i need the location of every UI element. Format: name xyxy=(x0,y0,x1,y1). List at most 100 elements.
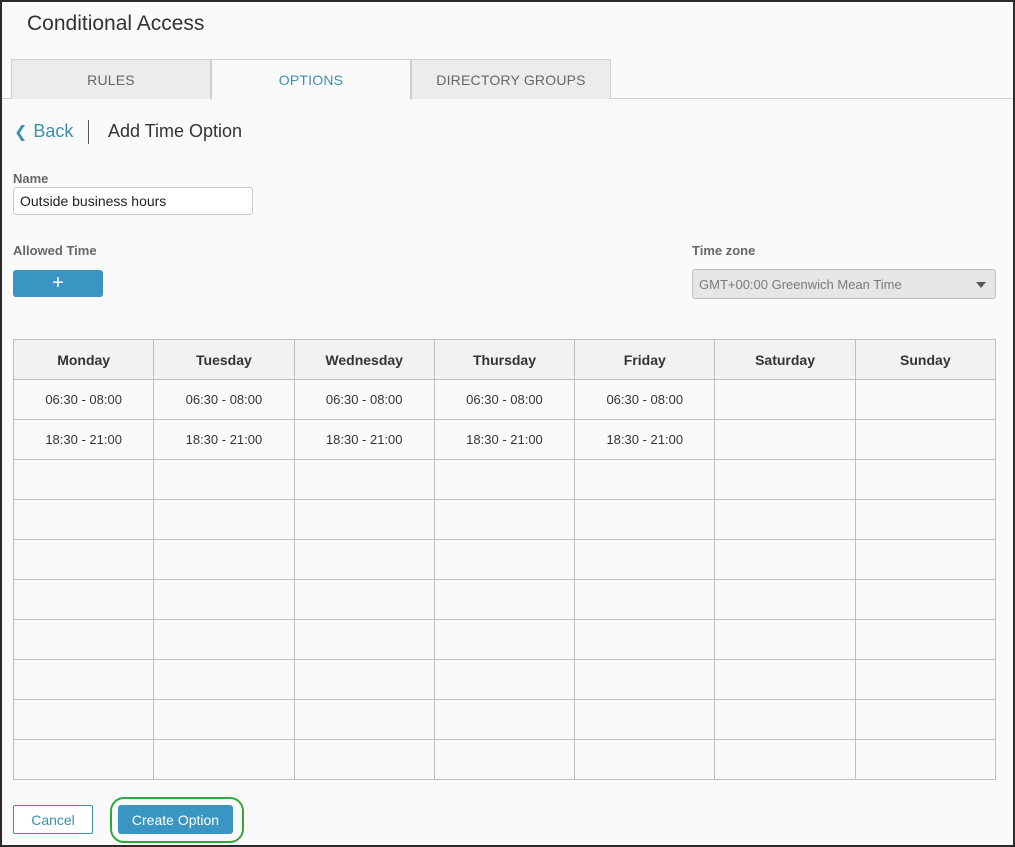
time-slot-cell[interactable]: 18:30 - 21:00 xyxy=(153,419,295,460)
time-slot-cell[interactable] xyxy=(293,699,435,740)
timezone-select[interactable]: GMT+00:00 Greenwich Mean Time xyxy=(692,269,996,299)
back-link[interactable]: ❮ Back xyxy=(14,121,73,142)
time-slot-cell[interactable] xyxy=(153,619,295,660)
time-slot-cell[interactable]: 18:30 - 21:00 xyxy=(433,419,576,460)
time-slot-cell[interactable] xyxy=(433,579,576,620)
allowed-time-label: Allowed Time xyxy=(13,243,97,258)
table-row xyxy=(12,499,997,540)
table-row xyxy=(12,459,997,500)
time-slot-cell[interactable] xyxy=(574,699,716,740)
time-slot-cell[interactable] xyxy=(12,539,155,580)
time-slot-cell[interactable] xyxy=(574,739,716,780)
time-slot-cell[interactable] xyxy=(12,619,155,660)
time-slot-cell[interactable] xyxy=(574,579,716,620)
time-slot-cell[interactable] xyxy=(714,739,856,780)
timezone-label: Time zone xyxy=(692,243,756,258)
time-slot-cell[interactable] xyxy=(574,499,716,540)
time-slot-cell[interactable] xyxy=(714,659,856,700)
time-slot-cell[interactable] xyxy=(714,579,856,620)
table-row xyxy=(12,579,997,620)
tab-directory-groups[interactable]: DIRECTORY GROUPS xyxy=(411,59,611,99)
table-row: 18:30 - 21:00 18:30 - 21:00 18:30 - 21:00 1… xyxy=(12,419,997,460)
time-slot-cell[interactable] xyxy=(714,419,856,460)
time-slot-cell[interactable] xyxy=(714,459,856,500)
time-slot-cell[interactable] xyxy=(293,619,435,660)
page-header-title: Conditional Access xyxy=(27,12,205,35)
time-slot-cell[interactable] xyxy=(574,459,716,500)
time-slot-cell[interactable] xyxy=(153,739,295,780)
time-slot-cell[interactable] xyxy=(854,619,997,660)
time-slot-cell[interactable] xyxy=(12,579,155,620)
time-slot-cell[interactable] xyxy=(153,579,295,620)
time-slot-cell[interactable] xyxy=(854,579,997,620)
day-header-sunday: Sunday xyxy=(854,339,997,380)
time-slot-cell[interactable] xyxy=(433,619,576,660)
time-slot-cell[interactable] xyxy=(433,739,576,780)
time-slot-cell[interactable] xyxy=(714,379,856,420)
add-time-button[interactable]: + xyxy=(13,270,103,297)
time-slot-cell[interactable] xyxy=(433,539,576,580)
time-slot-cell[interactable] xyxy=(854,699,997,740)
time-slot-cell[interactable] xyxy=(433,699,576,740)
day-header-saturday: Saturday xyxy=(714,339,856,380)
time-slot-cell[interactable] xyxy=(293,539,435,580)
time-slot-cell[interactable] xyxy=(854,419,997,460)
cancel-button[interactable]: Cancel xyxy=(13,805,93,834)
time-slot-cell[interactable] xyxy=(153,459,295,500)
divider xyxy=(88,120,89,144)
time-slot-cell[interactable] xyxy=(854,739,997,780)
time-slot-cell[interactable] xyxy=(433,659,576,700)
tab-rules[interactable]: RULES xyxy=(11,59,211,99)
time-slot-cell[interactable] xyxy=(153,539,295,580)
time-slot-cell[interactable] xyxy=(854,499,997,540)
time-slot-cell[interactable] xyxy=(574,659,716,700)
name-input[interactable] xyxy=(13,187,253,215)
time-slot-cell[interactable] xyxy=(714,699,856,740)
time-slot-cell[interactable] xyxy=(714,499,856,540)
time-slot-cell[interactable]: 18:30 - 21:00 xyxy=(293,419,435,460)
day-header-tuesday: Tuesday xyxy=(153,339,295,380)
time-slot-cell[interactable]: 06:30 - 08:00 xyxy=(574,379,716,420)
tab-options[interactable]: OPTIONS xyxy=(211,59,411,100)
table-row xyxy=(12,539,997,580)
time-slot-cell[interactable]: 06:30 - 08:00 xyxy=(12,379,155,420)
time-slot-cell[interactable] xyxy=(153,499,295,540)
time-slot-cell[interactable] xyxy=(854,659,997,700)
time-slot-cell[interactable] xyxy=(574,619,716,660)
time-slot-cell[interactable] xyxy=(12,659,155,700)
time-slot-cell[interactable] xyxy=(433,459,576,500)
time-slot-cell[interactable]: 18:30 - 21:00 xyxy=(12,419,155,460)
table-row xyxy=(12,739,997,780)
time-slot-cell[interactable] xyxy=(293,499,435,540)
time-slot-cell[interactable] xyxy=(433,499,576,540)
time-slot-cell[interactable]: 06:30 - 08:00 xyxy=(293,379,435,420)
time-slot-cell[interactable] xyxy=(293,739,435,780)
time-slot-cell[interactable] xyxy=(153,659,295,700)
app-window: Conditional Access RULES OPTIONS DIRECTO… xyxy=(0,0,1015,847)
time-slot-cell[interactable] xyxy=(854,379,997,420)
time-slot-cell[interactable] xyxy=(293,659,435,700)
time-slot-cell[interactable] xyxy=(854,459,997,500)
time-slot-cell[interactable]: 06:30 - 08:00 xyxy=(433,379,576,420)
time-slot-cell[interactable] xyxy=(714,539,856,580)
time-slot-cell[interactable] xyxy=(12,699,155,740)
day-header-thursday: Thursday xyxy=(433,339,576,380)
time-slot-cell[interactable] xyxy=(12,499,155,540)
table-row xyxy=(12,699,997,740)
time-slot-cell[interactable] xyxy=(293,579,435,620)
time-slot-cell[interactable] xyxy=(293,459,435,500)
time-slot-cell[interactable] xyxy=(854,539,997,580)
create-option-button[interactable]: Create Option xyxy=(118,805,233,834)
time-slot-cell[interactable] xyxy=(153,699,295,740)
time-slot-cell[interactable] xyxy=(714,619,856,660)
time-slot-cell[interactable]: 18:30 - 21:00 xyxy=(574,419,716,460)
plus-icon: + xyxy=(52,272,64,294)
time-slot-cell[interactable] xyxy=(12,459,155,500)
chevron-down-icon xyxy=(976,282,986,288)
time-slot-cell[interactable]: 06:30 - 08:00 xyxy=(153,379,295,420)
schedule-table: Monday Tuesday Wednesday Thursday Friday Satu… xyxy=(12,339,997,780)
time-slot-cell[interactable] xyxy=(12,739,155,780)
time-slot-cell[interactable] xyxy=(574,539,716,580)
table-row xyxy=(12,619,997,660)
timezone-value: GMT+00:00 Greenwich Mean Time xyxy=(699,276,902,292)
